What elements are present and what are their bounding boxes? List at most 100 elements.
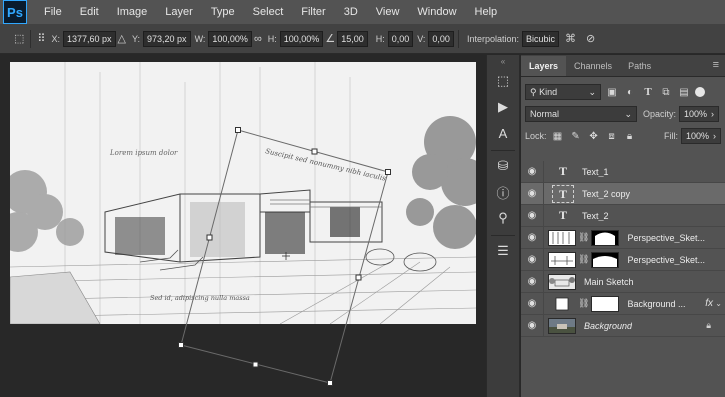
cancel-transform-icon[interactable]: ⊘	[586, 32, 595, 45]
type-filter-icon[interactable]: T	[641, 85, 655, 99]
menu-3d[interactable]: 3D	[335, 0, 367, 24]
divider	[543, 160, 544, 183]
mask-link-icon[interactable]: ⛓	[578, 298, 589, 309]
divider	[543, 182, 544, 205]
link-icon[interactable]: ∞	[254, 33, 262, 45]
text-layer-icon: T	[552, 184, 574, 203]
info-icon[interactable]: ⓘ	[491, 181, 515, 203]
visibility-eye-icon[interactable]: ◉	[521, 298, 543, 309]
properties-icon[interactable]: ⚲	[491, 207, 515, 229]
kind-filter-select[interactable]: ⚲ Kind ⌄	[525, 84, 601, 100]
visibility-eye-icon[interactable]: ◉	[521, 254, 543, 265]
divider	[491, 235, 515, 236]
tab-layers[interactable]: Layers	[521, 56, 567, 76]
menu-select[interactable]: Select	[244, 0, 293, 24]
pixel-filter-icon[interactable]: ▣	[605, 85, 619, 99]
layer-row[interactable]: ◉ T Text_1	[521, 160, 725, 183]
visibility-eye-icon[interactable]: ◉	[521, 232, 543, 243]
lock-icon: 🔒︎	[706, 320, 711, 330]
hskew-field[interactable]: 0,00	[387, 30, 414, 47]
visibility-eye-icon[interactable]: ◉	[521, 276, 543, 287]
options-bar: ⬚ ⠿ X: 1377,60 px △ Y: 973,20 px W: 100,…	[0, 24, 725, 54]
w-field[interactable]: 100,00%	[208, 30, 252, 47]
layer-row-selected[interactable]: ◉ T Text_2 copy	[521, 182, 725, 205]
lock-transparent-icon[interactable]: ▦	[551, 129, 565, 143]
layer-name[interactable]: Text_2 copy	[582, 189, 630, 199]
layer-name[interactable]: Background ...	[627, 299, 685, 309]
h-label: H:	[267, 33, 277, 44]
menu-type[interactable]: Type	[202, 0, 244, 24]
menu-view[interactable]: View	[367, 0, 409, 24]
layer-row[interactable]: ◉ ⛓ Perspective_Sket...	[521, 226, 725, 249]
filter-toggle[interactable]	[695, 87, 705, 97]
angle-icon: ∠	[325, 33, 336, 45]
interpolation-select[interactable]: Bicubic	[522, 30, 560, 47]
lock-position-icon[interactable]: ✥	[587, 129, 601, 143]
w-label: W:	[194, 33, 206, 44]
tab-channels[interactable]: Channels	[566, 56, 620, 76]
transform-tool-icon[interactable]: ⬚	[14, 32, 24, 45]
kind-label: Kind	[539, 87, 558, 97]
history-icon[interactable]: ⬚	[491, 70, 515, 92]
visibility-eye-icon[interactable]: ◉	[521, 166, 543, 177]
menu-filter[interactable]: Filter	[292, 0, 334, 24]
layer-name[interactable]: Text_1	[582, 167, 609, 177]
divider	[30, 29, 32, 48]
adjustments-icon[interactable]: ☰	[491, 240, 515, 262]
h-field[interactable]: 100,00%	[279, 30, 324, 47]
layer-name[interactable]: Main Sketch	[584, 277, 634, 287]
blend-mode-value: Normal	[530, 109, 560, 119]
blend-mode-select[interactable]: Normal ⌄	[525, 106, 637, 122]
opacity-field[interactable]: 100% ›	[679, 106, 720, 122]
menu-window[interactable]: Window	[408, 0, 465, 24]
mask-link-icon[interactable]: ⛓	[578, 232, 589, 243]
x-field[interactable]: 1377,60 px	[62, 30, 116, 47]
layer-name[interactable]: Perspective_Sket...	[627, 255, 705, 265]
adjustment-filter-icon[interactable]: ◐	[623, 85, 637, 99]
layer-row[interactable]: ◉ Main Sketch	[521, 270, 725, 293]
visibility-eye-icon[interactable]: ◉	[521, 320, 543, 331]
lock-pixels-icon[interactable]: ✎	[569, 129, 583, 143]
fill-field[interactable]: 100% ›	[681, 128, 721, 144]
y-field[interactable]: 973,20 px	[143, 30, 191, 47]
layer-row[interactable]: ◉ Background 🔒︎	[521, 314, 725, 337]
angle-field[interactable]: 15,00	[337, 30, 368, 47]
layer-thumbnail	[548, 229, 576, 246]
collapse-icon[interactable]: «	[487, 57, 519, 66]
layer-name[interactable]: Text_2	[582, 211, 609, 221]
layer-row[interactable]: ◉ T Text_2	[521, 204, 725, 227]
reference-point-icon[interactable]: ⠿	[37, 32, 45, 45]
layer-row[interactable]: ◉ ⛓ Background ... fx ⌄	[521, 292, 725, 315]
lock-artboard-icon[interactable]: ⧈	[605, 129, 619, 143]
canvas-area[interactable]: Lorem ipsum dolor Suscipit sed nonummy n…	[0, 55, 486, 397]
character-icon[interactable]: A	[491, 122, 515, 144]
interpolation-label: Interpolation:	[466, 33, 519, 44]
chevron-down-icon: ⌄	[588, 87, 596, 97]
menu-file[interactable]: File	[35, 0, 71, 24]
menu-image[interactable]: Image	[108, 0, 157, 24]
delta-icon[interactable]: △	[118, 32, 126, 45]
panel-menu-icon[interactable]: ≡	[713, 59, 719, 71]
visibility-eye-icon[interactable]: ◉	[521, 210, 543, 221]
free-transform-box[interactable]	[0, 55, 486, 397]
lock-all-icon[interactable]: 🔒︎	[623, 129, 637, 143]
chevron-down-icon[interactable]: ⌄	[715, 299, 722, 308]
menu-layer[interactable]: Layer	[156, 0, 202, 24]
y-label: Y:	[132, 33, 141, 44]
mask-link-icon[interactable]: ⛓	[578, 254, 589, 265]
vskew-field[interactable]: 0,00	[428, 30, 454, 47]
layer-name[interactable]: Background	[584, 321, 632, 331]
libraries-icon[interactable]: ⛁	[491, 155, 515, 177]
menu-edit[interactable]: Edit	[71, 0, 108, 24]
layer-name[interactable]: Perspective_Sket...	[627, 233, 705, 243]
menu-help[interactable]: Help	[466, 0, 507, 24]
layer-row[interactable]: ◉ ⛓ Perspective_Sket...	[521, 248, 725, 271]
divider	[543, 292, 544, 315]
visibility-eye-icon[interactable]: ◉	[521, 188, 543, 199]
shape-filter-icon[interactable]: ⧉	[659, 85, 673, 99]
play-actions-icon[interactable]: ▶	[491, 96, 515, 118]
smart-object-filter-icon[interactable]: ▤	[677, 85, 691, 99]
layer-effects-icon[interactable]: fx	[705, 298, 713, 309]
warp-mode-icon[interactable]: ⌘	[565, 32, 576, 45]
tab-paths[interactable]: Paths	[620, 56, 659, 76]
